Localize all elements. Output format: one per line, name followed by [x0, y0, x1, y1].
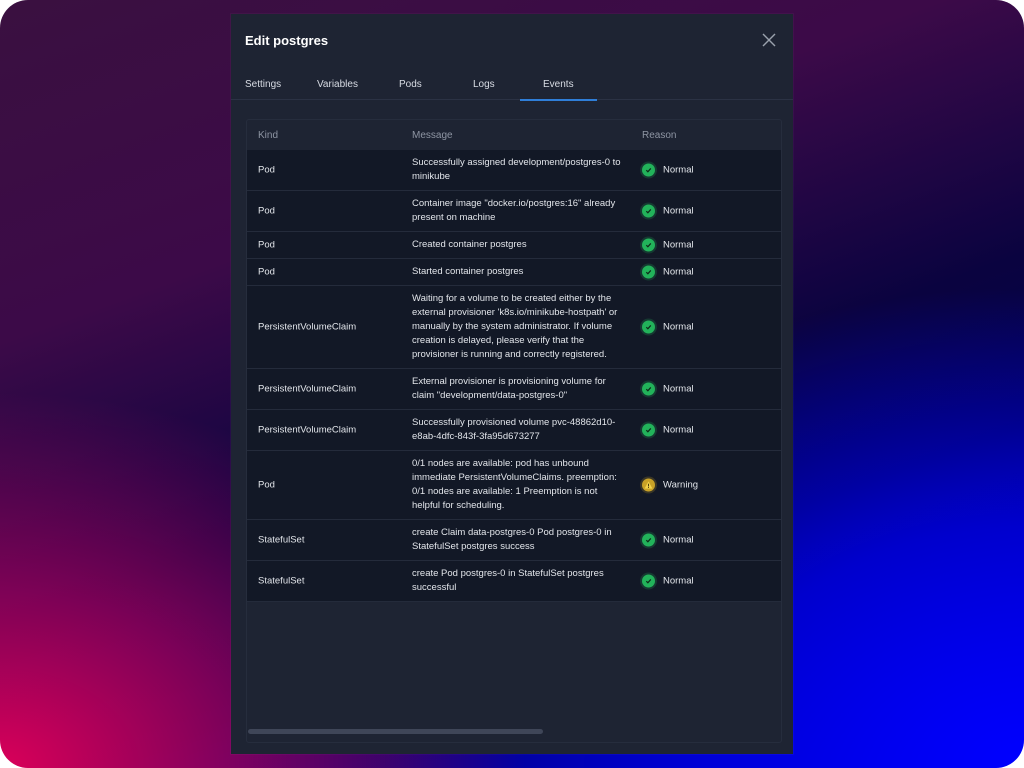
- cell-reason: Normal: [642, 320, 694, 334]
- reason-label: Normal: [663, 424, 694, 436]
- cell-reason: Normal: [642, 533, 694, 547]
- close-button[interactable]: [760, 31, 778, 49]
- events-table: Kind Message Reason Pod Successfully assi…: [246, 119, 782, 743]
- cell-message: External provisioner is provisioning vol…: [412, 376, 606, 401]
- tab-events[interactable]: Events: [520, 76, 596, 101]
- check-circle-icon: [642, 204, 655, 218]
- check-circle-icon: [642, 382, 655, 396]
- close-x-icon: [762, 33, 776, 47]
- column-header-reason: Reason: [642, 130, 677, 141]
- cell-kind: Pod: [258, 239, 275, 251]
- cell-message: 0/1 nodes are available: pod has unbound…: [412, 458, 617, 511]
- cell-kind: Pod: [258, 266, 275, 278]
- table-row[interactable]: Pod Started container postgres Normal: [247, 259, 781, 286]
- tab-variables[interactable]: Variables: [317, 76, 358, 100]
- table-row[interactable]: StatefulSet create Claim data-postgres-0 …: [247, 520, 781, 561]
- modal-header: Edit postgres: [231, 14, 793, 66]
- table-row[interactable]: Pod Container image "docker.io/postgres:1…: [247, 191, 781, 232]
- cell-reason: Normal: [642, 204, 694, 218]
- column-header-kind: Kind: [258, 130, 279, 141]
- tab-label: Events: [543, 79, 574, 90]
- cell-message: Container image "docker.io/postgres:16" …: [412, 198, 616, 223]
- tab-bar: Settings Variables Pods Logs Events: [231, 76, 793, 101]
- reason-label: Normal: [663, 321, 694, 333]
- table-row[interactable]: PersistentVolumeClaim Successfully provis…: [247, 410, 781, 451]
- check-circle-icon: [642, 574, 655, 588]
- check-circle-icon: [642, 423, 655, 437]
- check-circle-icon: [642, 320, 655, 334]
- cell-message: Waiting for a volume to be created eithe…: [412, 293, 618, 360]
- table-row[interactable]: Pod 0/1 nodes are available: pod has unbo…: [247, 451, 781, 520]
- tab-label: Logs: [473, 79, 495, 90]
- modal-title: Edit postgres: [245, 33, 329, 48]
- table-body: Pod Successfully assigned development/pos…: [247, 150, 781, 602]
- reason-label: Normal: [663, 266, 694, 278]
- reason-label: Normal: [663, 239, 694, 251]
- scrollbar-thumb[interactable]: [248, 729, 543, 734]
- cell-kind: Pod: [258, 164, 275, 176]
- tab-label: Variables: [317, 79, 358, 90]
- table-row[interactable]: Pod Created container postgres Normal: [247, 232, 781, 259]
- cell-reason: Normal: [642, 238, 694, 252]
- table-row[interactable]: PersistentVolumeClaim Waiting for a volum…: [247, 286, 781, 369]
- tab-pods[interactable]: Pods: [399, 76, 422, 100]
- cell-reason: Warning: [642, 478, 699, 492]
- cell-message: create Claim data-postgres-0 Pod postgre…: [412, 527, 612, 552]
- check-circle-icon: [642, 533, 655, 547]
- cell-message: create Pod postgres-0 in StatefulSet pos…: [412, 568, 604, 593]
- horizontal-scrollbar[interactable]: [248, 729, 780, 734]
- cell-kind: PersistentVolumeClaim: [258, 321, 357, 333]
- edit-modal: Edit postgres Settings Variables Pods Lo…: [231, 14, 793, 754]
- check-circle-icon: [642, 238, 655, 252]
- cell-reason: Normal: [642, 163, 694, 177]
- cell-kind: StatefulSet: [258, 575, 305, 587]
- check-circle-icon: [642, 265, 655, 279]
- reason-label: Normal: [663, 575, 694, 587]
- tab-logs[interactable]: Logs: [473, 76, 495, 100]
- reason-label: Normal: [663, 205, 694, 217]
- reason-label: Normal: [663, 164, 694, 176]
- table-header: Kind Message Reason: [247, 120, 781, 150]
- tab-label: Pods: [399, 79, 422, 90]
- cell-kind: Pod: [258, 205, 275, 217]
- cell-reason: Normal: [642, 423, 694, 437]
- cell-kind: Pod: [258, 479, 275, 491]
- cell-message: Started container postgres: [412, 266, 524, 277]
- table-row[interactable]: Pod Successfully assigned development/pos…: [247, 150, 781, 191]
- tab-label: Settings: [245, 79, 282, 90]
- cell-reason: Normal: [642, 382, 694, 396]
- check-circle-icon: [642, 163, 655, 177]
- table-row[interactable]: StatefulSet create Pod postgres-0 in Stat…: [247, 561, 781, 602]
- reason-label: Warning: [663, 479, 699, 491]
- cell-reason: Normal: [642, 265, 694, 279]
- column-header-message: Message: [412, 130, 453, 141]
- cell-reason: Normal: [642, 574, 694, 588]
- warning-triangle-icon: [642, 478, 655, 492]
- cell-kind: PersistentVolumeClaim: [258, 383, 357, 395]
- cell-message: Created container postgres: [412, 239, 527, 250]
- cell-message: Successfully assigned development/postgr…: [412, 157, 621, 182]
- cell-kind: StatefulSet: [258, 534, 305, 546]
- tab-settings[interactable]: Settings: [245, 76, 281, 100]
- cell-kind: PersistentVolumeClaim: [258, 424, 357, 436]
- reason-label: Normal: [663, 534, 694, 546]
- reason-label: Normal: [663, 383, 694, 395]
- cell-message: Successfully provisioned volume pvc-4886…: [412, 417, 616, 442]
- table-row[interactable]: PersistentVolumeClaim External provisione…: [247, 369, 781, 410]
